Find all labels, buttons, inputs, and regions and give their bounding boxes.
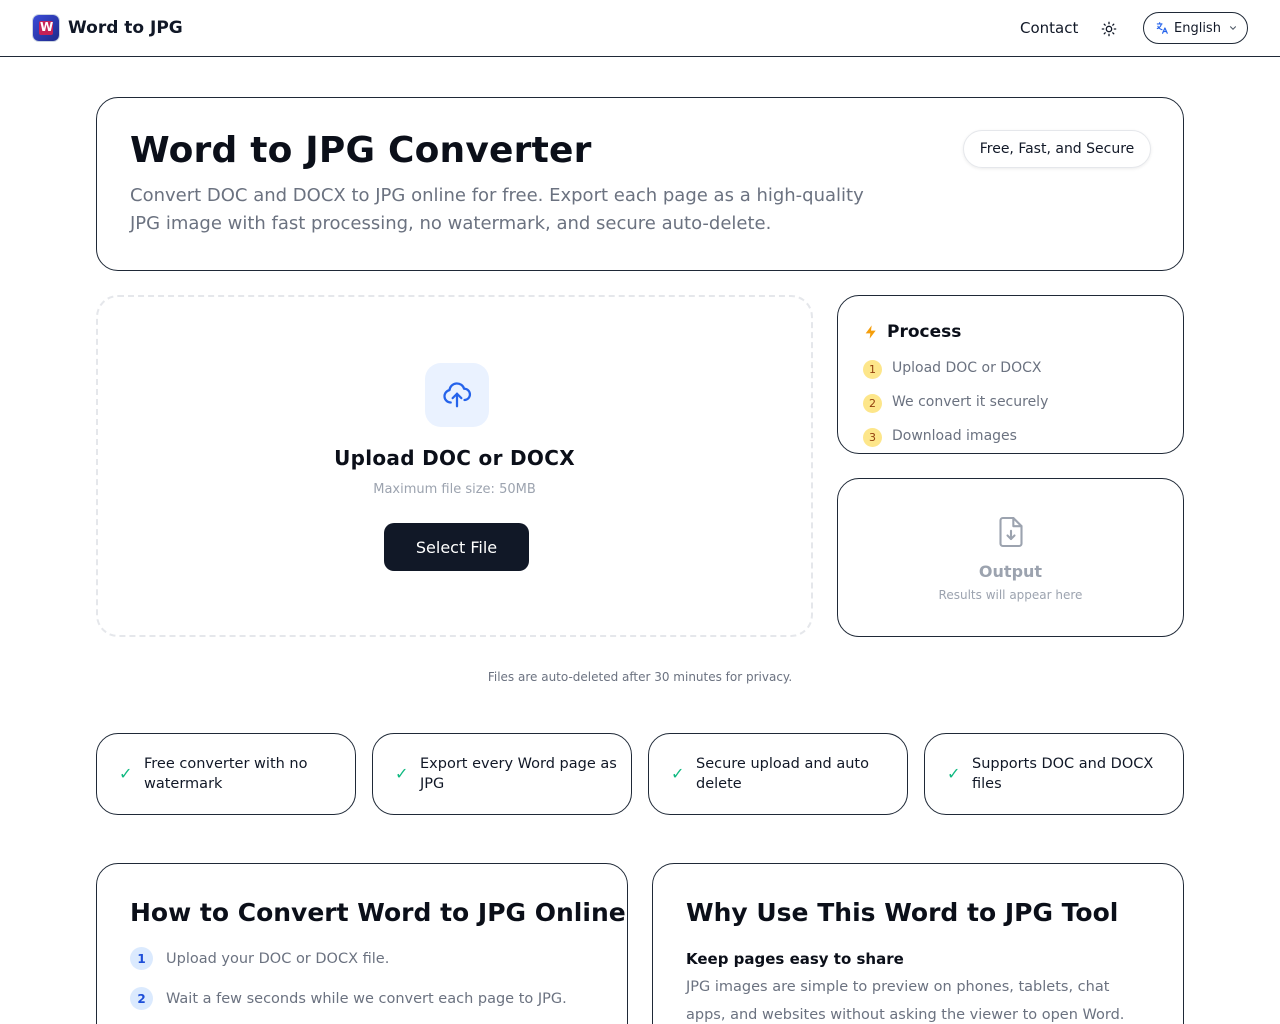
top-navigation-bar: Word to JPG Contact English <box>0 0 1280 57</box>
translate-icon <box>1156 22 1168 34</box>
feature-card: ✓ Export every Word page as JPG <box>372 733 632 815</box>
process-step: 3 Download images <box>863 425 1017 447</box>
feature-text: Export every Word page as JPG <box>420 756 617 792</box>
feature-card: ✓ Free converter with no watermark <box>96 733 356 815</box>
step-number: 1 <box>863 360 882 379</box>
step-number: 3 <box>863 428 882 447</box>
theme-toggle-button[interactable] <box>1098 18 1120 40</box>
feature-text: Supports DOC and DOCX files <box>972 756 1154 792</box>
word-to-jpg-logo <box>33 15 59 41</box>
feature-card: ✓ Supports DOC and DOCX files <box>924 733 1184 815</box>
why-body: JPG images are simple to preview on phon… <box>686 979 1125 1023</box>
process-header: Process <box>863 322 961 342</box>
brand-name: Word to JPG <box>68 18 183 38</box>
feature-text: Free converter with no watermark <box>144 756 308 792</box>
page-title: Word to JPG Converter <box>130 130 592 171</box>
why-subtitle: Keep pages easy to share <box>686 950 904 968</box>
output-title: Output <box>978 562 1043 581</box>
step-number: 2 <box>130 987 153 1010</box>
cloud-upload-icon <box>425 363 489 427</box>
lightning-icon <box>865 325 876 339</box>
feature-card: ✓ Secure upload and auto delete <box>648 733 908 815</box>
hero-description: Convert DOC and DOCX to JPG online for f… <box>130 185 864 234</box>
step-label: Upload DOC or DOCX <box>892 360 1042 376</box>
hero-card: Word to JPG Converter Convert DOC and DO… <box>96 97 1184 271</box>
upload-title: Upload DOC or DOCX <box>334 446 575 470</box>
output-card: Output Results will appear here <box>837 478 1184 637</box>
check-icon: ✓ <box>395 764 409 783</box>
check-icon: ✓ <box>119 764 133 783</box>
select-file-button[interactable]: Select File <box>384 523 529 571</box>
process-card: Process 1 Upload DOC or DOCX 2 We conver… <box>837 295 1184 454</box>
check-icon: ✓ <box>947 764 961 783</box>
step-label: Download images <box>892 428 1017 444</box>
output-subtitle: Results will appear here <box>938 588 1083 602</box>
step-label: Wait a few seconds while we convert each… <box>166 990 567 1007</box>
step-number: 2 <box>863 394 882 413</box>
language-selector[interactable]: English <box>1143 12 1248 44</box>
language-label: English <box>1174 20 1221 36</box>
why-section: Why Use This Word to JPG Tool Keep pages… <box>652 863 1184 1024</box>
process-title: Process <box>887 322 962 342</box>
privacy-note: Files are auto-deleted after 30 minutes … <box>487 670 793 684</box>
step-number: 1 <box>130 947 153 970</box>
process-step: 1 Upload DOC or DOCX <box>863 357 1041 379</box>
file-download-icon <box>999 516 1023 548</box>
process-step: 2 We convert it securely <box>863 391 1048 413</box>
step-label: We convert it securely <box>892 394 1049 410</box>
sun-icon <box>1101 21 1117 37</box>
brand-link[interactable]: Word to JPG <box>33 15 183 41</box>
feature-badge: Free, Fast, and Secure <box>963 130 1151 168</box>
upload-dropzone[interactable]: Upload DOC or DOCX Maximum file size: 50… <box>96 295 813 637</box>
max-file-size-label: Maximum file size: 50MB <box>373 482 536 497</box>
chevron-down-icon <box>1229 26 1236 30</box>
feature-text: Secure upload and auto delete <box>696 756 869 792</box>
how-to-section: How to Convert Word to JPG Online 1 Uplo… <box>96 863 628 1024</box>
step-label: Upload your DOC or DOCX file. <box>166 950 390 967</box>
how-to-title: How to Convert Word to JPG Online <box>130 898 626 927</box>
how-to-step: 1 Upload your DOC or DOCX file. <box>130 947 389 970</box>
how-to-step: 2 Wait a few seconds while we convert ea… <box>130 987 567 1010</box>
check-icon: ✓ <box>671 764 685 783</box>
why-title: Why Use This Word to JPG Tool <box>686 898 1119 927</box>
contact-link[interactable]: Contact <box>1020 19 1078 37</box>
